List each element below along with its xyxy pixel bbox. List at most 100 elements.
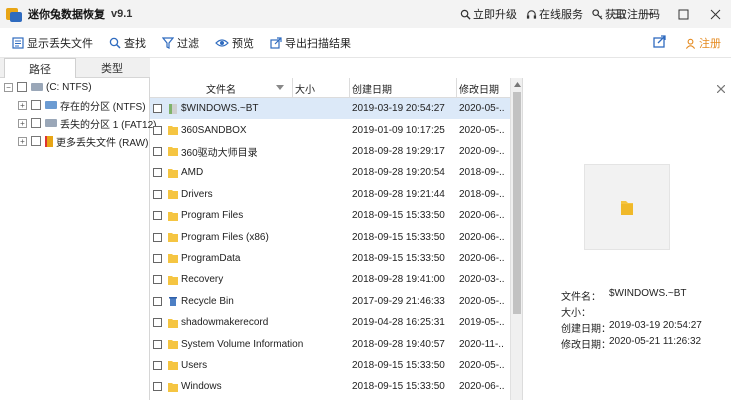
- file-checkbox[interactable]: [153, 382, 162, 392]
- folder-icon: [168, 232, 178, 243]
- file-list-header: 文件名 大小 创建日期 修改日期: [150, 78, 510, 98]
- file-row[interactable]: 360驱动大师目录 2018-09-28 19:29:17 2020-09-..: [150, 141, 510, 162]
- tree-node-label: 丢失的分区 1 (FAT12): [60, 119, 157, 131]
- tree-node-existing-partition[interactable]: + 存在的分区 (NTFS): [18, 96, 146, 114]
- menu-icon: [613, 9, 625, 19]
- tree-checkbox[interactable]: [17, 82, 27, 92]
- file-row[interactable]: Recovery 2018-09-28 19:41:00 2020-03-..: [150, 269, 510, 290]
- file-name: Users: [181, 359, 208, 371]
- chevron-up-icon: [513, 81, 521, 87]
- file-checkbox[interactable]: [153, 232, 162, 242]
- export-results-button[interactable]: 导出扫描结果: [270, 35, 351, 51]
- menu-button[interactable]: [603, 0, 635, 28]
- collapse-toggle[interactable]: −: [4, 82, 13, 92]
- file-created: 2018-09-15 15:33:50: [352, 252, 445, 264]
- file-name: Program Files: [181, 210, 244, 222]
- file-row[interactable]: 360SANDBOX 2019-01-09 10:17:25 2020-05-..: [150, 119, 510, 140]
- find-button[interactable]: 查找: [109, 35, 146, 51]
- file-checkbox[interactable]: [153, 253, 162, 263]
- file-list-scrollbar[interactable]: [510, 78, 522, 400]
- tree-node-lost-partition[interactable]: + 丢失的分区 1 (FAT12): [18, 114, 157, 132]
- register-button[interactable]: 注册: [685, 35, 721, 51]
- scroll-thumb[interactable]: [513, 92, 521, 314]
- toolbar-right: 注册: [653, 28, 721, 58]
- expand-toggle[interactable]: +: [18, 100, 27, 110]
- file-row[interactable]: Program Files (x86) 2018-09-15 15:33:50 20…: [150, 226, 510, 247]
- tab-type[interactable]: 类型: [76, 58, 148, 78]
- column-modified-label: 修改日期: [459, 84, 499, 96]
- show-lost-files-label: 显示丢失文件: [27, 37, 93, 50]
- file-checkbox[interactable]: [153, 125, 162, 135]
- tree-node-label: 更多丢失文件 (RAW): [56, 137, 149, 149]
- file-modified: 2020-06-..: [459, 252, 505, 264]
- file-checkbox[interactable]: [153, 168, 162, 178]
- folder-icon: [168, 189, 178, 200]
- file-checkbox[interactable]: [153, 211, 162, 221]
- preview-modified-value: 2020-05-21 11:26:32: [609, 336, 702, 347]
- minimize-icon: [646, 13, 656, 15]
- maximize-button[interactable]: [667, 0, 699, 28]
- file-checkbox[interactable]: [153, 318, 162, 328]
- file-checkbox[interactable]: [153, 146, 162, 156]
- expand-toggle[interactable]: +: [18, 136, 27, 146]
- tree-checkbox[interactable]: [31, 118, 41, 128]
- file-name: Windows: [181, 381, 222, 393]
- file-row[interactable]: $WINDOWS.~BT 2019-03-19 20:54:27 2020-05-.…: [150, 98, 510, 120]
- file-row[interactable]: AMD 2018-09-28 19:20:54 2018-09-..: [150, 162, 510, 183]
- toolbar: 显示丢失文件 查找 过滤 预览 导出扫描结果 注册: [0, 28, 731, 58]
- close-icon: [716, 84, 726, 94]
- preview-name-row: 文件名： $WINDOWS.~BT: [561, 288, 687, 303]
- key-icon: [592, 8, 603, 20]
- filter-button[interactable]: 过滤: [162, 35, 199, 51]
- preview-pane: 文件名： $WINDOWS.~BT 大小： 创建日期： 2019-03-19 2…: [522, 78, 731, 400]
- file-row[interactable]: Recycle Bin 2017-09-29 21:46:33 2020-05-..: [150, 291, 510, 312]
- file-row[interactable]: System Volume Information 2018-09-28 19:4…: [150, 333, 510, 354]
- share-button[interactable]: [653, 35, 667, 51]
- folder-icon: [168, 275, 178, 285]
- file-row[interactable]: ProgramData 2018-09-15 15:33:50 2020-06-..: [150, 248, 510, 269]
- folder-icon: [168, 318, 178, 328]
- left-tabs: 路径 类型: [0, 58, 150, 78]
- file-row[interactable]: Program Files 2018-09-15 15:33:50 2020-06-…: [150, 205, 510, 226]
- column-header-size[interactable]: 大小: [293, 78, 350, 98]
- file-checkbox[interactable]: [153, 189, 162, 199]
- file-name: AMD: [181, 167, 204, 179]
- file-created: 2018-09-28 19:41:00: [352, 274, 445, 286]
- tree-checkbox[interactable]: [31, 100, 41, 110]
- preview-button[interactable]: 预览: [215, 35, 254, 51]
- column-size-label: 大小: [295, 84, 315, 96]
- folder-icon: [168, 211, 178, 221]
- online-service-link[interactable]: 在线服务: [526, 6, 583, 22]
- preview-created-value: 2019-03-19 20:54:27: [609, 320, 702, 331]
- file-row[interactable]: shadowmakerecord 2019-04-28 16:25:31 2019-…: [150, 312, 510, 333]
- file-modified: 2018-09-..: [459, 167, 505, 179]
- column-header-name[interactable]: 文件名: [150, 78, 293, 98]
- file-row[interactable]: Windows 2018-09-15 15:33:50 2020-06-..: [150, 376, 510, 397]
- tree-node-more-lost-files[interactable]: + 更多丢失文件 (RAW): [18, 132, 148, 150]
- preview-modified-label: 修改日期：: [561, 340, 611, 351]
- column-header-created[interactable]: 创建日期: [350, 78, 457, 98]
- file-modified: 2020-05-..: [459, 124, 505, 136]
- eye-icon: [215, 38, 229, 47]
- file-checkbox[interactable]: [153, 296, 162, 306]
- show-lost-files-button[interactable]: 显示丢失文件: [12, 35, 93, 51]
- tree-node-c-drive[interactable]: − (C: NTFS): [4, 78, 92, 96]
- file-created: 2019-01-09 10:17:25: [352, 124, 445, 136]
- file-checkbox[interactable]: [153, 104, 162, 114]
- file-row[interactable]: Drivers 2018-09-28 19:21:44 2018-09-..: [150, 184, 510, 205]
- file-checkbox[interactable]: [153, 275, 162, 285]
- preview-created-label: 创建日期：: [561, 324, 611, 335]
- filter-icon: [162, 36, 174, 49]
- file-checkbox[interactable]: [153, 339, 162, 349]
- preview-close-button[interactable]: [716, 82, 726, 96]
- filter-label: 过滤: [177, 37, 199, 50]
- expand-toggle[interactable]: +: [18, 118, 27, 128]
- minimize-button[interactable]: [635, 0, 667, 28]
- tree-checkbox[interactable]: [31, 136, 41, 146]
- file-row[interactable]: Users 2018-09-15 15:33:50 2020-05-..: [150, 355, 510, 376]
- upgrade-link[interactable]: 立即升级: [460, 6, 517, 22]
- file-checkbox[interactable]: [153, 360, 162, 370]
- column-header-modified[interactable]: 修改日期: [457, 78, 510, 98]
- tab-path[interactable]: 路径: [4, 58, 76, 78]
- close-button[interactable]: [699, 0, 731, 28]
